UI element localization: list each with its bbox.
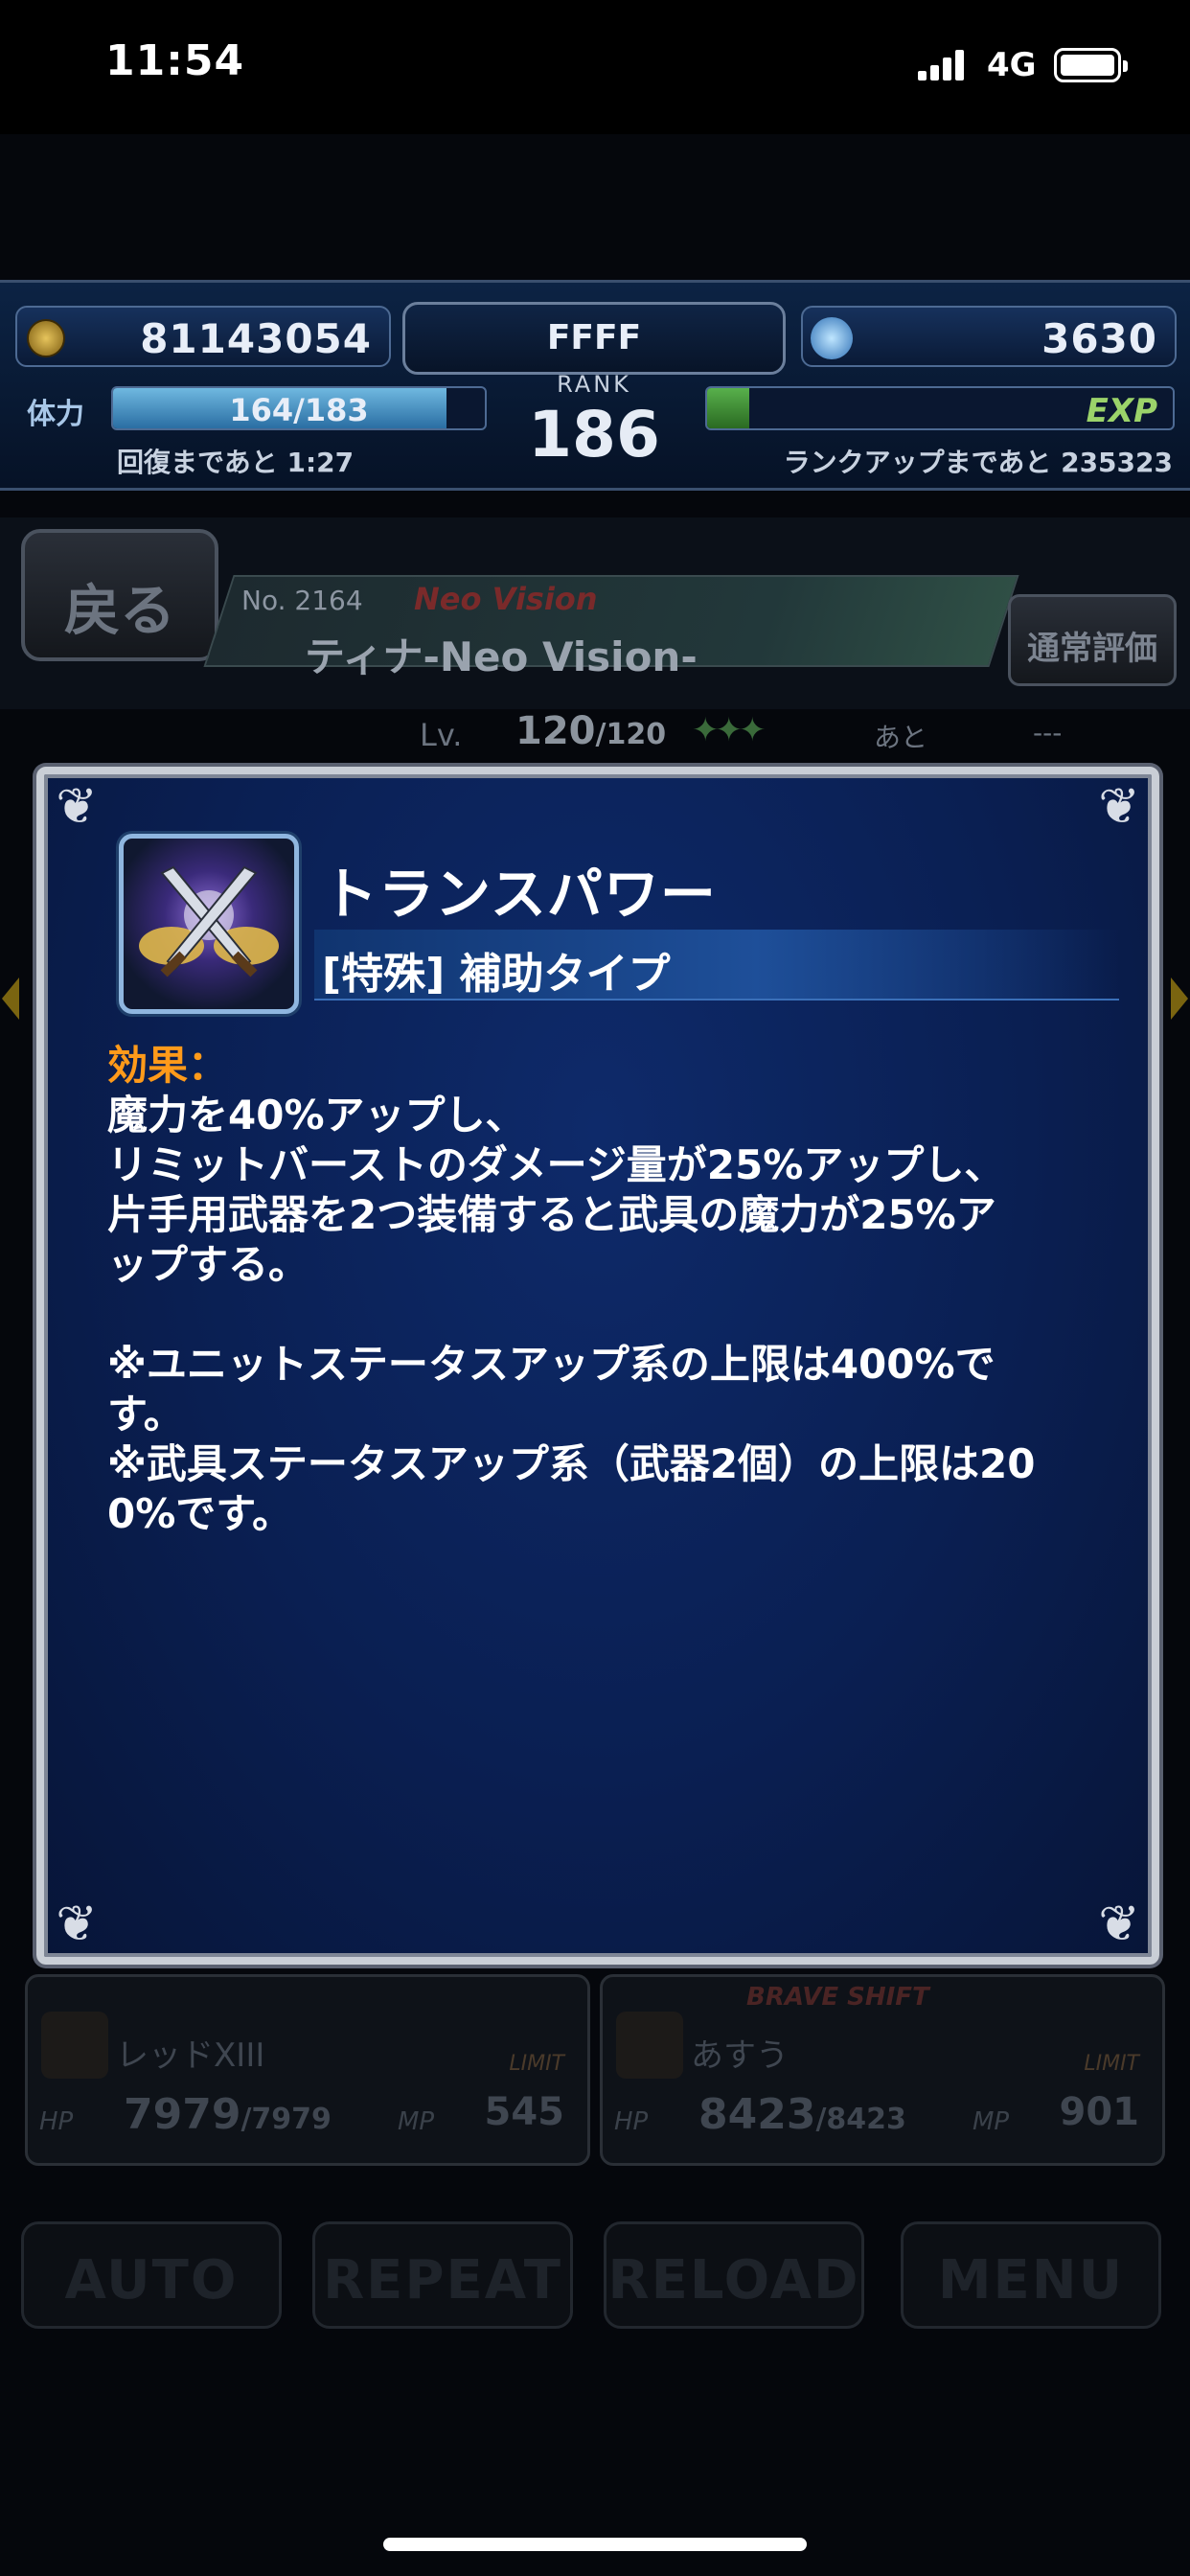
player-hud: 81143054 FFFF 3630 RANK 186 体力 164/183 回…	[0, 280, 1190, 491]
effect-label: 効果	[107, 1042, 189, 1089]
level-stars: ✦✦✦	[692, 711, 766, 749]
evaluation-button-label: 通常評価	[1027, 630, 1157, 668]
ornament-corner-icon: ❦	[56, 778, 98, 836]
signal-icon	[918, 50, 966, 80]
back-button[interactable]: 戻る	[21, 529, 218, 661]
recover-timer: 回復まであと 1:27	[117, 447, 355, 478]
effect-colon: ：	[188, 1042, 229, 1089]
lapis-amount: 3630	[1041, 315, 1157, 362]
hp-max: /8423	[815, 2103, 906, 2136]
status-time: 11:54	[105, 36, 245, 85]
limit-label: LIMIT	[509, 2052, 564, 2076]
unit-name: ティナ-Neo Vision-	[305, 633, 698, 680]
ornament-corner-icon: ❦	[1098, 1896, 1140, 1953]
lapis-counter: 3630	[801, 306, 1177, 367]
next-arrow-icon[interactable]	[1171, 978, 1188, 1020]
party-unit-name: あすう	[691, 2036, 789, 2075]
rank-label: RANK	[557, 371, 631, 398]
ability-type: [特殊] 補助タイプ	[322, 950, 671, 999]
ornament-corner-icon: ❦	[56, 1896, 98, 1953]
unit-portrait	[41, 2012, 108, 2079]
ability-name: トランスパワー	[322, 862, 717, 927]
menu-button-label: MENU	[937, 2249, 1125, 2312]
auto-button-label: AUTO	[64, 2249, 239, 2312]
exp-label: EXP	[1086, 392, 1157, 430]
crossed-swords-icon	[119, 834, 299, 1014]
repeat-button-label: REPEAT	[323, 2249, 562, 2312]
ornament-corner-icon: ❦	[1098, 778, 1140, 836]
exp-bar: EXP	[705, 386, 1175, 430]
reload-button[interactable]: RELOAD	[604, 2221, 864, 2329]
hp-max: /7979	[240, 2103, 332, 2136]
effect-line: 魔力を40%アップし、	[107, 1092, 526, 1138]
mp-label: MP	[398, 2107, 435, 2136]
party-card[interactable]: レッドXIII LIMIT HP 7979/7979 MP 545	[25, 1974, 590, 2166]
level-max: /120	[595, 718, 667, 751]
previous-arrow-icon[interactable]	[2, 978, 19, 1020]
network-type: 4G	[987, 46, 1037, 84]
hp-label: HP	[614, 2107, 649, 2136]
effect-line: リミットバーストのダメージ量が25%アップし、	[107, 1141, 1005, 1188]
unit-header: 戻る No. 2164 Neo Vision ティナ-Neo Vision- 通…	[0, 518, 1190, 753]
battery-icon	[1054, 48, 1128, 82]
back-button-label: 戻る	[63, 578, 175, 643]
note-line: ※ユニットステータスアップ系の上限は400%で	[107, 1341, 995, 1388]
player-name: FFFF	[546, 318, 642, 357]
hp-value: 8423/8423	[698, 2090, 906, 2139]
brave-shift-label: BRAVE SHIFT	[746, 1983, 929, 2012]
gil-counter: 81143054	[15, 306, 391, 367]
note-line: 0%です。	[107, 1490, 293, 1537]
level-current: 120	[515, 709, 596, 753]
unit-number: No. 2164	[241, 585, 363, 616]
unit-tag: Neo Vision	[414, 581, 598, 617]
mp-value: 545	[484, 2090, 565, 2134]
remaining-value: ---	[1033, 717, 1063, 748]
effect-line: 片手用武器を2つ装備すると武具の魔力が25%ア	[107, 1191, 996, 1238]
lapis-gem-icon	[811, 317, 853, 359]
ability-description: 効果： 魔力を40%アップし、 リミットバーストのダメージ量が25%アップし、 …	[107, 1041, 1123, 1539]
limit-label: LIMIT	[1084, 2052, 1139, 2076]
party-unit-name: レッドXIII	[116, 2036, 265, 2075]
auto-button[interactable]: AUTO	[21, 2221, 282, 2329]
evaluation-button[interactable]: 通常評価	[1008, 594, 1177, 686]
note-line: す。	[107, 1391, 184, 1438]
hp-value: 7979/7979	[124, 2090, 332, 2139]
home-indicator[interactable]	[383, 2538, 807, 2551]
gil-coin-icon	[27, 319, 65, 357]
repeat-button[interactable]: REPEAT	[312, 2221, 573, 2329]
hp-current: 8423	[698, 2090, 816, 2139]
ability-detail-modal[interactable]: ❦ ❦ ❦ ❦ トランスパワー [特殊] 補助タイプ 効果： 魔力を40%アップ…	[36, 767, 1159, 1965]
mp-label: MP	[973, 2107, 1010, 2136]
exp-fill	[707, 388, 749, 428]
unit-portrait	[616, 2012, 683, 2079]
effect-line: ップする。	[107, 1241, 309, 1288]
status-bar: 11:54 4G	[0, 0, 1190, 134]
reload-button-label: RELOAD	[607, 2249, 860, 2312]
remaining-label: あと	[874, 722, 928, 753]
hp-label: HP	[39, 2107, 74, 2136]
level-value: 120/120	[515, 709, 666, 753]
note-line: ※武具ステータスアップ系（武器2個）の上限は20	[107, 1440, 1036, 1487]
rankup-remaining: ランクアップまであと 235323	[783, 447, 1173, 478]
gil-amount: 81143054	[140, 315, 372, 362]
effect-heading: 効果：	[107, 1041, 1123, 1091]
rank-display: RANK 186	[517, 371, 671, 486]
level-label: Lv.	[420, 717, 463, 753]
rank-value: 186	[528, 398, 660, 472]
player-name-plate: FFFF	[402, 302, 786, 375]
mp-value: 901	[1059, 2090, 1140, 2134]
hp-current: 7979	[124, 2090, 241, 2139]
stamina-label: 体力	[27, 398, 84, 431]
stamina-bar: 164/183	[111, 386, 487, 430]
stamina-value: 164/183	[229, 392, 369, 428]
menu-button[interactable]: MENU	[901, 2221, 1161, 2329]
party-card[interactable]: BRAVE SHIFT あすう LIMIT HP 8423/8423 MP 90…	[600, 1974, 1165, 2166]
